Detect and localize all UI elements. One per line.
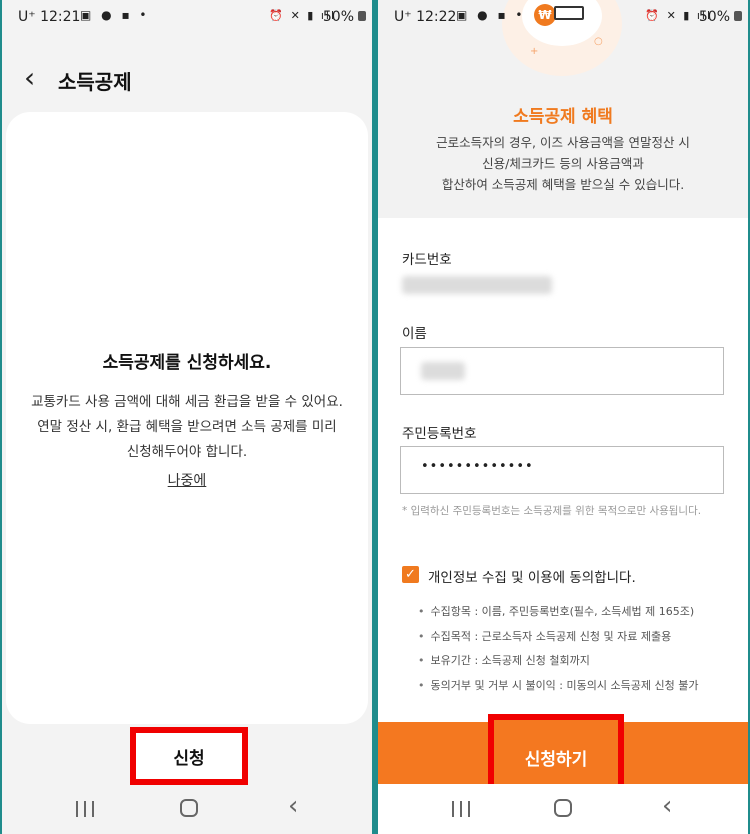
rrn-usage-note: * 입력하신 주민등록번호는 소득공제를 위한 목적으로만 사용됩니다. <box>402 505 702 517</box>
battery-level: 50% <box>698 9 730 25</box>
left-screen: U⁺ 12:21 ▣ ● ▪ • ⏰ ✕ ▮ ıll 50% ‹ 소득공제 소득… <box>2 0 372 834</box>
chevron-left-icon[interactable]: ‹ <box>24 63 35 93</box>
consent-label: 개인정보 수집 및 이용에 동의합니다. <box>428 570 636 586</box>
battery-icon <box>358 11 366 21</box>
notification-icons: ▣ ● ▪ • <box>80 8 150 22</box>
back-icon[interactable]: ‹ <box>288 793 298 819</box>
consent-checkbox[interactable]: ✓ <box>402 566 419 583</box>
card-number-label: 카드번호 <box>402 252 452 268</box>
home-icon[interactable] <box>180 799 198 817</box>
status-bar: U⁺ 12:22 ▣ ● ▪ • ⏰ ✕ ▮ ıll 50% <box>378 0 748 34</box>
page-title: 소득공제 <box>58 70 132 94</box>
status-time: U⁺ 12:21 <box>18 9 81 25</box>
rrn-input[interactable]: ••••••••••••• <box>400 446 724 494</box>
right-screen: ₩ + ○ 소득공제 혜택 근로소득자의 경우, 이즈 사용금액을 연말정산 시… <box>378 0 748 834</box>
later-link[interactable]: 나중에 <box>6 470 368 490</box>
list-item: 수집항목 : 이름, 주민등록번호(필수, 소득세법 제 165조) <box>418 600 738 625</box>
home-icon[interactable] <box>554 799 572 817</box>
list-item: 수집목적 : 근로소득자 소득공제 신청 및 자료 제출용 <box>418 625 738 650</box>
recent-apps-icon[interactable] <box>76 801 96 817</box>
name-input[interactable] <box>400 347 724 395</box>
apply-button[interactable]: 신청 <box>130 727 248 785</box>
prompt-title: 소득공제를 신청하세요. <box>102 353 272 373</box>
benefit-title: 소득공제 혜택 <box>513 107 613 127</box>
card-number-value <box>402 276 552 294</box>
rrn-masked-value: ••••••••••••• <box>421 459 534 474</box>
recent-apps-icon[interactable] <box>452 801 472 817</box>
status-bar: U⁺ 12:21 ▣ ● ▪ • ⏰ ✕ ▮ ıll 50% <box>2 0 372 34</box>
battery-level: 50% <box>322 9 354 25</box>
app-header: ‹ 소득공제 <box>2 60 372 100</box>
rrn-label: 주민등록번호 <box>402 426 477 442</box>
benefit-description: 근로소득자의 경우, 이즈 사용금액을 연말정산 시 신용/체크카드 등의 사용… <box>436 135 690 192</box>
list-item: 동의거부 및 거부 시 불이익 : 미동의시 소득공제 신청 불가 <box>418 674 738 699</box>
notification-icons: ▣ ● ▪ • <box>456 8 526 22</box>
list-item: 보유기간 : 소득공제 신청 철회까지 <box>418 649 738 674</box>
prompt-description: 교통카드 사용 금액에 대해 세금 환급을 받을 수 있어요. 연말 정산 시,… <box>31 394 343 460</box>
system-nav-bar: ‹ <box>2 784 372 834</box>
status-time: U⁺ 12:22 <box>394 9 457 25</box>
battery-icon <box>734 11 742 21</box>
back-icon[interactable]: ‹ <box>662 793 672 819</box>
prompt-card: 소득공제를 신청하세요. 교통카드 사용 금액에 대해 세금 환급을 받을 수 … <box>6 112 368 724</box>
system-nav-bar: ‹ <box>378 784 748 834</box>
name-value <box>421 362 465 380</box>
name-label: 이름 <box>402 326 427 342</box>
consent-terms-list: 수집항목 : 이름, 주민등록번호(필수, 소득세법 제 165조) 수집목적 … <box>418 600 738 698</box>
